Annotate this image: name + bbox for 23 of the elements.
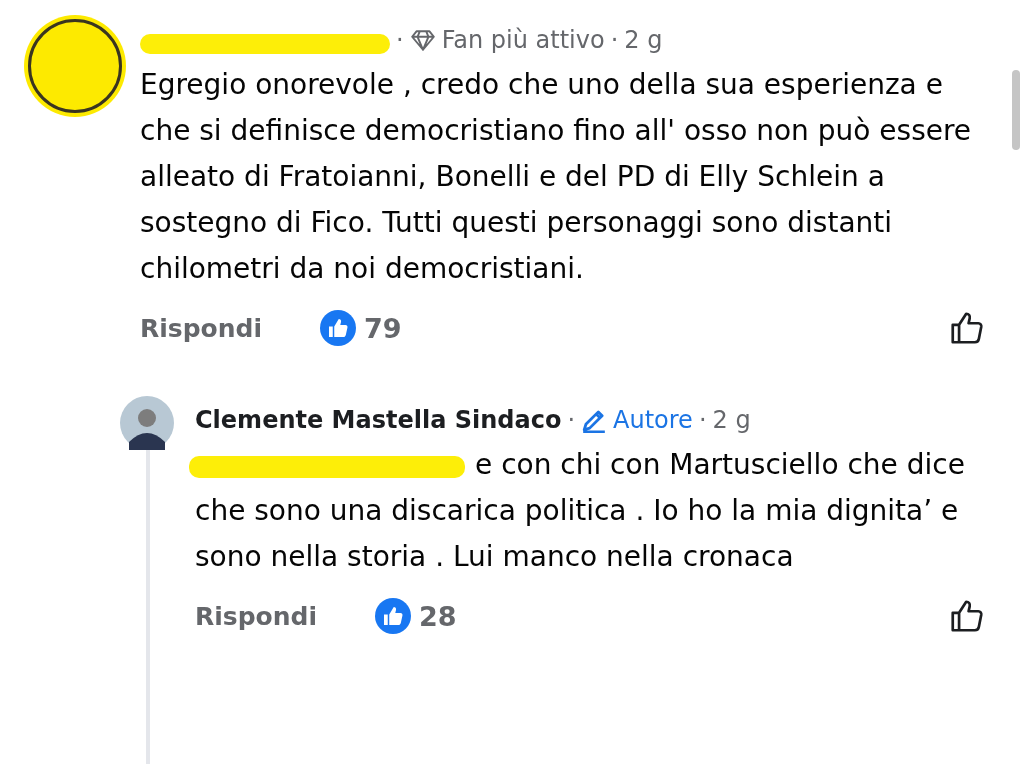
comment-text: Egregio onorevole , credo che uno della sua esperienza e che si definisce democristiano fino all' osso non può essere alleato di Fratoianni, Bonelli e del PD di Elly Schlein a sostegno di Fico. Tutti questi personaggi sono distanti chilometri da noi democristiani. <box>140 67 973 287</box>
diamond-icon <box>409 27 436 53</box>
scrollbar[interactable] <box>1012 70 1020 150</box>
separator-dot: · <box>567 406 576 434</box>
reply-button[interactable]: Rispondi <box>140 313 263 343</box>
comment-text: e con chi con Martusciello che dice che sono una discarica politica . Io ho la mia dignita’ e sono nella storia . Lui manco nella cronaca <box>195 447 966 575</box>
badge-label: Autore <box>613 406 693 434</box>
avatar <box>120 396 174 450</box>
reply-button[interactable]: Rispondi <box>195 601 318 631</box>
pencil-icon <box>581 407 608 433</box>
comment-time: 2 g <box>624 26 663 54</box>
separator-dot: · <box>610 26 619 54</box>
like-reaction-icon <box>320 310 357 346</box>
comment-time: 2 g <box>712 406 751 434</box>
like-count: 79 <box>364 312 402 344</box>
like-button-icon[interactable] <box>948 597 986 635</box>
like-count: 28 <box>419 600 457 632</box>
like-reaction-icon <box>375 598 412 634</box>
separator-dot: · <box>698 406 707 434</box>
badge-label: Fan più attivo <box>441 26 605 54</box>
like-button-icon[interactable] <box>948 309 986 347</box>
author-name[interactable]: Clemente Mastella Sindaco <box>195 406 562 434</box>
separator-dot: · <box>396 26 404 54</box>
